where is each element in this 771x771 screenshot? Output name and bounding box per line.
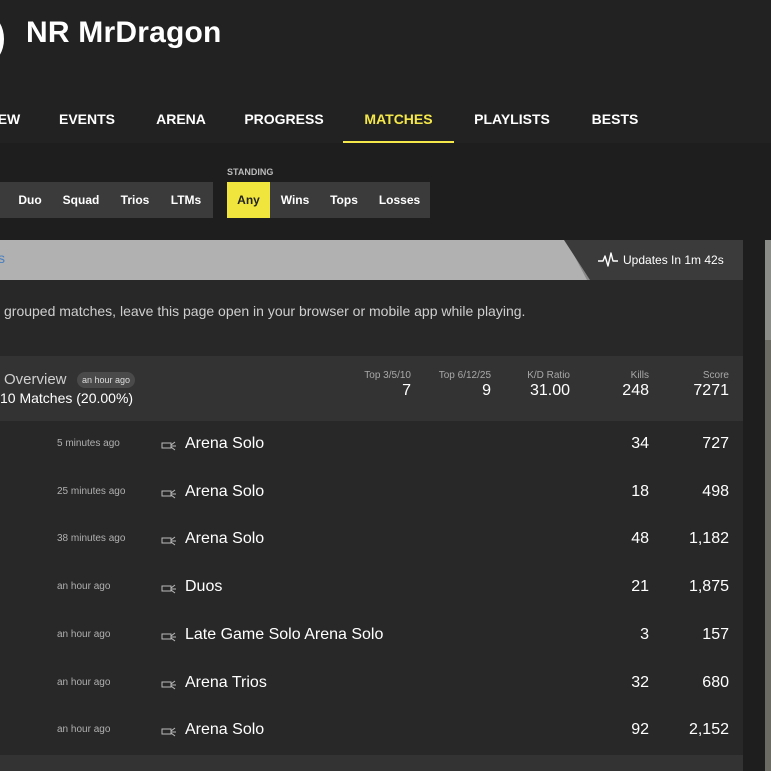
stat-value: 9 — [482, 382, 491, 399]
player-name: NR MrDragon — [26, 16, 222, 49]
standing-label: STANDING — [227, 167, 274, 177]
stat-value: 248 — [622, 382, 649, 399]
match-mode: Duos — [185, 578, 223, 595]
stat-score: Score 7271 — [693, 370, 729, 400]
match-row[interactable]: an hour ago Late Game Solo Arena Solo 3 … — [0, 612, 743, 659]
match-mode: Arena Solo — [185, 435, 265, 452]
match-kills: 3 — [640, 626, 649, 643]
match-row[interactable]: 25 minutes ago Arena Solo 18 498 — [0, 469, 743, 516]
stat-kd-ratio: K/D Ratio 31.00 — [527, 370, 570, 400]
solo-mode-icon — [161, 536, 176, 546]
overview-title: Overview — [4, 371, 67, 388]
stat-value: 7 — [402, 382, 411, 399]
duo-mode-icon — [161, 584, 176, 594]
match-kills: 32 — [631, 674, 649, 691]
live-matches-link[interactable]: s — [0, 250, 5, 266]
standing-filter-group: Any Wins Tops Losses — [227, 182, 430, 218]
stat-label: K/D Ratio — [527, 370, 570, 381]
match-kills: 92 — [631, 721, 649, 738]
mode-filter-duo[interactable]: Duo — [8, 182, 52, 218]
match-score: 2,152 — [688, 721, 729, 738]
match-row[interactable]: an hour ago Arena Trios 32 680 — [0, 660, 743, 707]
match-mode: Arena Solo — [185, 530, 265, 547]
next-session-header — [0, 755, 743, 771]
mode-filter-ltms[interactable]: LTMs — [162, 182, 210, 218]
stat-top-6-12-25: Top 6/12/25 9 — [439, 370, 491, 400]
tab-playlists[interactable]: PLAYLISTS — [467, 100, 557, 141]
overview-matches-count: 10 Matches (20.00%) — [0, 390, 134, 406]
standing-filter-any[interactable]: Any — [227, 182, 270, 218]
standing-filter-tops[interactable]: Tops — [322, 182, 366, 218]
match-row[interactable]: 5 minutes ago Arena Solo 34 727 — [0, 421, 743, 468]
updates-countdown: Updates In 1m 42s — [623, 253, 724, 267]
mode-filter-squad[interactable]: Squad — [54, 182, 108, 218]
match-time: 38 minutes ago — [57, 533, 126, 544]
tab-overview[interactable]: EW — [0, 100, 24, 141]
match-time: an hour ago — [57, 724, 111, 735]
match-score: 727 — [702, 435, 729, 452]
tab-progress[interactable]: PROGRESS — [240, 100, 328, 141]
match-score: 1,182 — [688, 530, 729, 547]
tab-events[interactable]: EVENTS — [53, 100, 121, 141]
match-time: an hour ago — [57, 677, 111, 688]
sidebar-ad-edge-top — [765, 240, 771, 340]
match-score: 157 — [702, 626, 729, 643]
trios-mode-icon — [161, 680, 176, 690]
match-mode: Late Game Solo Arena Solo — [185, 626, 384, 643]
pulse-icon — [598, 252, 618, 267]
stat-kills: Kills 248 — [622, 370, 649, 400]
mode-filter-group: Duo Squad Trios LTMs — [0, 182, 213, 218]
match-kills: 21 — [631, 578, 649, 595]
match-kills: 18 — [631, 483, 649, 500]
tab-arena[interactable]: ARENA — [150, 100, 212, 141]
match-row[interactable]: an hour ago Arena Solo 92 2,152 — [0, 707, 743, 754]
match-kills: 48 — [631, 530, 649, 547]
tab-bests[interactable]: BESTS — [585, 100, 645, 141]
stat-value: 31.00 — [529, 382, 570, 399]
overview-time-badge: an hour ago — [77, 372, 136, 388]
live-tracking-info: grouped matches, leave this page open in… — [4, 303, 526, 319]
stat-top-3-5-10: Top 3/5/10 7 — [364, 370, 411, 400]
match-time: 25 minutes ago — [57, 486, 126, 497]
stat-label: Score — [702, 370, 729, 381]
match-score: 680 — [702, 674, 729, 691]
solo-mode-icon — [161, 441, 176, 451]
match-time: an hour ago — [57, 629, 111, 640]
match-mode: Arena Solo — [185, 483, 265, 500]
standing-filter-wins[interactable]: Wins — [273, 182, 317, 218]
profile-header: NR MrDragon EW EVENTS ARENA PROGRESS MAT… — [0, 0, 771, 143]
mode-filter-trios[interactable]: Trios — [112, 182, 158, 218]
stat-label: Top 6/12/25 — [438, 370, 491, 381]
match-kills: 34 — [631, 435, 649, 452]
standing-filter-losses[interactable]: Losses — [372, 182, 427, 218]
stat-label: Top 3/5/10 — [364, 370, 411, 381]
match-score: 1,875 — [688, 578, 729, 595]
match-mode: Arena Trios — [185, 674, 267, 691]
match-time: 5 minutes ago — [57, 438, 120, 449]
match-row[interactable]: an hour ago Duos 21 1,875 — [0, 564, 743, 611]
solo-mode-icon — [161, 632, 176, 642]
match-time: an hour ago — [57, 581, 111, 592]
avatar[interactable] — [0, 16, 4, 62]
match-score: 498 — [702, 483, 729, 500]
stat-value: 7271 — [693, 382, 729, 399]
solo-mode-icon — [161, 489, 176, 499]
match-mode: Arena Solo — [185, 721, 265, 738]
tab-matches[interactable]: MATCHES — [343, 100, 454, 143]
solo-mode-icon — [161, 727, 176, 737]
match-row[interactable]: 38 minutes ago Arena Solo 48 1,182 — [0, 516, 743, 563]
stat-label: Kills — [630, 370, 649, 381]
